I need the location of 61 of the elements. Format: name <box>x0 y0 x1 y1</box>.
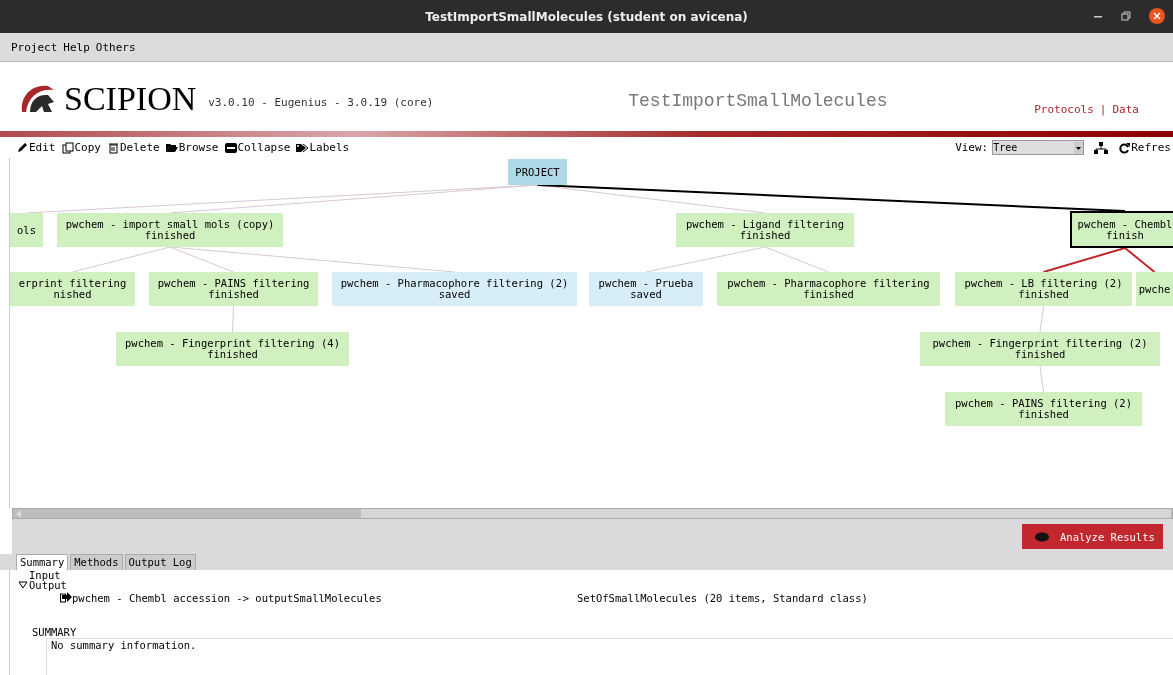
project-node[interactable]: PROJECT <box>508 159 567 185</box>
protocol-node[interactable]: pwchem - PAINS filtering finished <box>149 272 318 306</box>
copy-icon <box>61 141 74 154</box>
scrollbar-thumb[interactable] <box>361 509 1171 518</box>
protocol-node[interactable]: erprint filtering nished <box>10 272 135 306</box>
output-info: SetOfSmallMolecules (20 items, Standard class) <box>577 592 868 603</box>
link-separator: | <box>1099 103 1107 116</box>
tree-layout-icon[interactable] <box>1094 141 1109 154</box>
toolbar-button[interactable]: Browse <box>165 141 219 154</box>
toolbar-button[interactable]: Copy <box>61 141 101 154</box>
project-node[interactable]: pwche <box>1136 272 1173 306</box>
protocol-node[interactable]: pwchem - import small mols (copy) finished <box>57 213 283 247</box>
tree-item[interactable]: Output <box>29 580 67 590</box>
view-label: View: <box>955 141 989 154</box>
connector-line <box>232 305 234 333</box>
output-item[interactable]: pwchem - Chembl accession -> outputSmallMolecules <box>72 592 577 603</box>
output-arrow-icon <box>60 591 72 604</box>
project-name: TestImportSmallMolecules <box>628 90 889 111</box>
refresh-button[interactable]: Refres <box>1118 141 1171 154</box>
protocol-node[interactable]: pwchem - Fingerprint filtering (4) finished <box>116 332 349 366</box>
view-dropdown[interactable]: Tree <box>992 140 1085 155</box>
tree-item[interactable]: Input <box>29 570 61 580</box>
restore-icon[interactable] <box>1121 11 1131 21</box>
app-name: SCIPION <box>64 79 197 118</box>
window-title: TestImportSmallMolecules (student on avicena) <box>425 9 748 24</box>
refresh-icon <box>1118 141 1131 154</box>
toolbar-button[interactable]: Labels <box>296 141 350 154</box>
tab[interactable]: Summary <box>16 554 69 570</box>
project-node[interactable]: ols <box>10 213 43 247</box>
summary-heading: SUMMARY <box>31 626 78 638</box>
nav-link[interactable]: Data <box>1112 103 1139 116</box>
analyze-results-button[interactable]: Analyze Results <box>1022 524 1163 549</box>
protocol-node[interactable]: pwchem - Ligand filtering finished <box>676 213 854 247</box>
version-text: v3.0.10 - Eugenius - 3.0.19 (core) <box>208 96 435 109</box>
trash-icon <box>107 141 119 154</box>
toolbar-button[interactable]: Collapse <box>224 141 291 154</box>
protocol-node[interactable]: pwchem - Pharmacophore filtering (2) saved <box>332 272 577 306</box>
toolbar-button[interactable]: Delete <box>107 141 160 154</box>
eye-icon <box>1034 531 1050 542</box>
summary-text: No summary information. <box>51 639 197 651</box>
tab[interactable]: Output Log <box>124 554 196 570</box>
protocol-node[interactable]: pwchem - Fingerprint filtering (2) finished <box>920 332 1160 366</box>
tags-icon <box>296 141 309 154</box>
minus-square-icon <box>224 141 237 154</box>
protocol-node[interactable]: pwchem - Prueba saved <box>589 272 703 306</box>
menu-item[interactable]: Project <box>11 40 58 54</box>
close-icon[interactable] <box>1149 8 1165 24</box>
nav-link[interactable]: Protocols <box>1034 103 1094 116</box>
tab[interactable]: Methods <box>70 554 123 570</box>
expand-icon[interactable] <box>16 581 29 589</box>
menu-item[interactable]: Others <box>95 40 136 54</box>
pencil-icon <box>16 141 28 154</box>
toolbar-button[interactable]: Edit <box>16 141 56 154</box>
connector-line <box>1039 305 1044 333</box>
protocol-node[interactable]: pwchem - Pharmacophore filtering finished <box>717 272 940 306</box>
menu-item[interactable]: Help <box>63 40 90 54</box>
folder-icon <box>165 141 178 154</box>
protocol-node[interactable]: pwchem - Chembl finish <box>1070 211 1173 248</box>
protocol-node[interactable]: pwchem - LB filtering (2) finished <box>955 272 1132 306</box>
connector-line <box>1039 365 1044 393</box>
protocol-node[interactable]: pwchem - PAINS filtering (2) finished <box>945 392 1142 426</box>
